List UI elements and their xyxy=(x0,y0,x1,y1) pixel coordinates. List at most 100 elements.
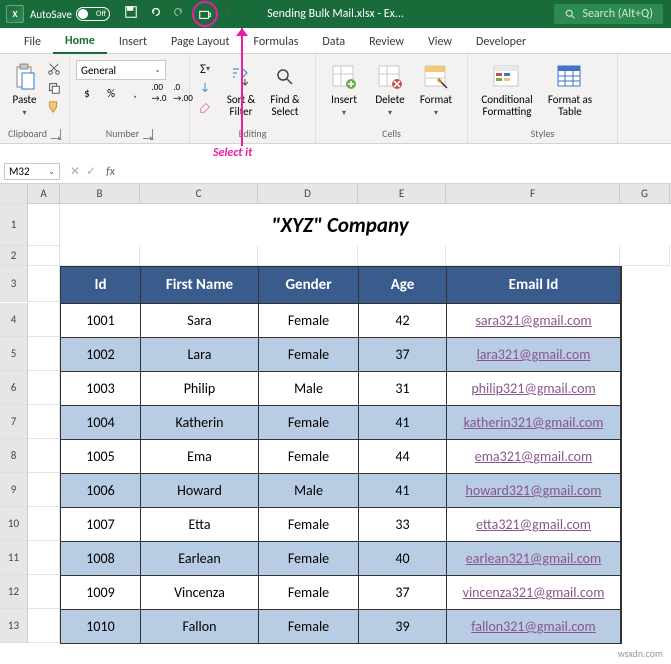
cell-first-name[interactable]: Etta xyxy=(141,507,259,541)
row-header[interactable]: 7 xyxy=(0,405,28,439)
format-cells-button[interactable]: Format▾ xyxy=(414,60,458,120)
cell-email[interactable]: fallon321@gmail.com xyxy=(447,609,621,643)
table-row[interactable]: 1010FallonFemale39fallon321@gmail.com xyxy=(61,609,621,643)
cell-gender[interactable]: Female xyxy=(259,439,359,473)
cell-age[interactable]: 40 xyxy=(359,541,447,575)
row-header[interactable]: 3 xyxy=(0,266,28,302)
comma-button[interactable]: , xyxy=(124,82,146,104)
tab-data[interactable]: Data xyxy=(310,31,357,53)
undo-button[interactable] xyxy=(144,1,166,23)
cell-id[interactable]: 1004 xyxy=(61,405,141,439)
format-painter-button[interactable] xyxy=(45,98,63,116)
col-header-e[interactable]: E xyxy=(358,184,446,203)
copy-button[interactable] xyxy=(45,79,63,97)
tab-developer[interactable]: Developer xyxy=(464,31,538,53)
cell-id[interactable]: 1002 xyxy=(61,337,141,371)
cell-age[interactable]: 42 xyxy=(359,303,447,337)
cell-email[interactable]: lara321@gmail.com xyxy=(447,337,621,371)
cell-first-name[interactable]: Fallon xyxy=(141,609,259,643)
redo-button[interactable] xyxy=(168,1,190,23)
cell-age[interactable]: 31 xyxy=(359,371,447,405)
cell-first-name[interactable]: Philip xyxy=(141,371,259,405)
cell-gender[interactable]: Female xyxy=(259,337,359,371)
cell-email[interactable]: ema321@gmail.com xyxy=(447,439,621,473)
cell-age[interactable]: 39 xyxy=(359,609,447,643)
row-header[interactable]: 11 xyxy=(0,541,28,575)
cell-age[interactable]: 44 xyxy=(359,439,447,473)
tab-file[interactable]: File xyxy=(12,31,53,53)
cell-email[interactable]: sara321@gmail.com xyxy=(447,303,621,337)
cell-first-name[interactable]: Ema xyxy=(141,439,259,473)
table-row[interactable]: 1005EmaFemale44ema321@gmail.com xyxy=(61,439,621,473)
col-header-f[interactable]: F xyxy=(446,184,620,203)
col-header-c[interactable]: C xyxy=(140,184,258,203)
cell-gender[interactable]: Female xyxy=(259,575,359,609)
select-all-corner[interactable] xyxy=(0,184,28,204)
paste-button[interactable]: Paste▾ xyxy=(6,60,43,120)
cell-id[interactable]: 1010 xyxy=(61,609,141,643)
cell-first-name[interactable]: Howard xyxy=(141,473,259,507)
table-row[interactable]: 1006HowardMale41howard321@gmail.com xyxy=(61,473,621,507)
qat-dropdown[interactable]: ▾ xyxy=(220,1,234,23)
table-row[interactable]: 1003PhilipMale31philip321@gmail.com xyxy=(61,371,621,405)
fx-icon[interactable]: fx xyxy=(102,165,115,179)
cell-gender[interactable]: Male xyxy=(259,473,359,507)
row-header[interactable]: 5 xyxy=(0,337,28,371)
fill-button[interactable] xyxy=(196,79,214,97)
clear-button[interactable] xyxy=(196,98,214,116)
increase-decimal-button[interactable]: .00→.0 xyxy=(148,82,170,104)
row-header[interactable]: 2 xyxy=(0,246,28,266)
cell-gender[interactable]: Female xyxy=(259,303,359,337)
cell-gender[interactable]: Male xyxy=(259,371,359,405)
tab-home[interactable]: Home xyxy=(53,30,107,54)
table-row[interactable]: 1004KatherinFemale41katherin321@gmail.co… xyxy=(61,405,621,439)
cell-email[interactable]: katherin321@gmail.com xyxy=(447,405,621,439)
currency-button[interactable]: $ xyxy=(76,82,98,104)
tab-review[interactable]: Review xyxy=(357,31,416,53)
row-header[interactable]: 6 xyxy=(0,371,28,405)
autosave-toggle[interactable]: AutoSave Off xyxy=(30,7,110,21)
cell-email[interactable]: howard321@gmail.com xyxy=(447,473,621,507)
row-header[interactable]: 1 xyxy=(0,204,28,246)
enter-formula-icon[interactable]: ✓ xyxy=(86,164,96,179)
percent-button[interactable]: % xyxy=(100,82,122,104)
macro-button[interactable] xyxy=(192,1,218,27)
tab-insert[interactable]: Insert xyxy=(107,31,159,53)
row-header[interactable]: 10 xyxy=(0,507,28,541)
cell-age[interactable]: 41 xyxy=(359,405,447,439)
tab-view[interactable]: View xyxy=(416,31,464,53)
cell-first-name[interactable]: Vincenza xyxy=(141,575,259,609)
cell-age[interactable]: 41 xyxy=(359,473,447,507)
cell-gender[interactable]: Female xyxy=(259,405,359,439)
table-row[interactable]: 1009VincenzaFemale37vincenza321@gmail.co… xyxy=(61,575,621,609)
cell-age[interactable]: 37 xyxy=(359,575,447,609)
find-select-button[interactable]: Find & Select xyxy=(264,60,306,120)
clipboard-launcher[interactable] xyxy=(51,129,61,139)
cell-age[interactable]: 33 xyxy=(359,507,447,541)
col-header-g[interactable]: G xyxy=(620,184,670,203)
autosum-button[interactable]: Σ ▾ xyxy=(196,60,214,78)
cut-button[interactable] xyxy=(45,60,63,78)
cell-id[interactable]: 1009 xyxy=(61,575,141,609)
cell-email[interactable]: etta321@gmail.com xyxy=(447,507,621,541)
cell-email[interactable]: philip321@gmail.com xyxy=(447,371,621,405)
tab-page-layout[interactable]: Page Layout xyxy=(159,31,241,53)
cell-age[interactable]: 37 xyxy=(359,337,447,371)
cell-id[interactable]: 1007 xyxy=(61,507,141,541)
cell-gender[interactable]: Female xyxy=(259,541,359,575)
cell-email[interactable]: earlean321@gmail.com xyxy=(447,541,621,575)
cell-first-name[interactable]: Lara xyxy=(141,337,259,371)
cell-id[interactable]: 1005 xyxy=(61,439,141,473)
table-row[interactable]: 1008EarleanFemale40earlean321@gmail.com xyxy=(61,541,621,575)
cell-id[interactable]: 1006 xyxy=(61,473,141,507)
cell-first-name[interactable]: Sara xyxy=(141,303,259,337)
cell-email[interactable]: vincenza321@gmail.com xyxy=(447,575,621,609)
number-format-select[interactable]: General⌄ xyxy=(76,60,166,80)
cell-id[interactable]: 1001 xyxy=(61,303,141,337)
col-header-b[interactable]: B xyxy=(60,184,140,203)
conditional-formatting-button[interactable]: Conditional Formatting xyxy=(474,60,540,120)
name-box[interactable]: M32⌄ xyxy=(4,163,60,180)
col-header-a[interactable]: A xyxy=(28,184,60,203)
save-button[interactable] xyxy=(120,1,142,23)
table-row[interactable]: 1002LaraFemale37lara321@gmail.com xyxy=(61,337,621,371)
